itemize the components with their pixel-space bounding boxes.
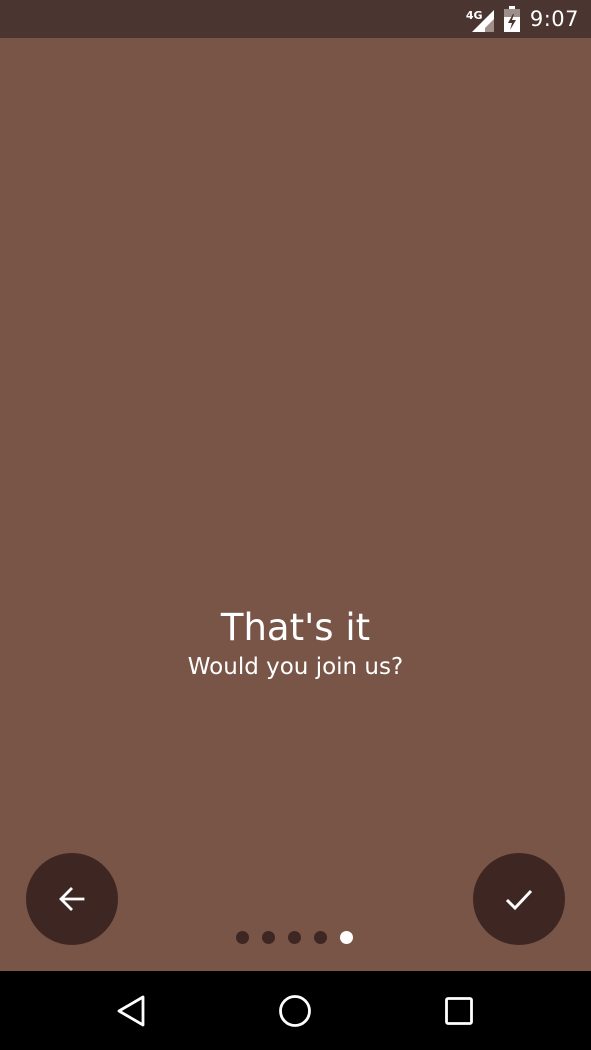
recents-square-icon xyxy=(445,996,473,1025)
battery-icon xyxy=(503,6,520,32)
slide-text: That's it Would you join us? xyxy=(0,604,591,682)
arrow-left-icon xyxy=(59,887,85,911)
status-icons: 4G 9:07 xyxy=(466,0,579,38)
page-indicator xyxy=(236,931,353,944)
nav-recents-button[interactable] xyxy=(409,971,509,1050)
intro-slide[interactable]: That's it Would you join us? xyxy=(0,38,591,971)
slide-subtitle: Would you join us? xyxy=(187,654,404,680)
page-dot xyxy=(262,931,275,944)
intro-screen: 4G 9:07 That's it Would you join us? xyxy=(0,0,591,1050)
back-triangle-icon xyxy=(117,995,145,1026)
page-dot xyxy=(314,931,327,944)
check-icon xyxy=(505,889,533,911)
nav-home-button[interactable] xyxy=(245,971,345,1050)
page-dot-active xyxy=(340,931,353,944)
page-dot xyxy=(288,931,301,944)
page-dot xyxy=(236,931,249,944)
previous-button[interactable] xyxy=(26,853,118,945)
home-circle-icon xyxy=(279,994,311,1027)
slide-title: That's it xyxy=(220,606,371,649)
done-button[interactable] xyxy=(473,853,565,945)
status-time: 9:07 xyxy=(529,7,579,31)
system-navigation-bar xyxy=(0,971,591,1050)
status-bar: 4G 9:07 xyxy=(0,0,591,38)
nav-back-button[interactable] xyxy=(81,971,181,1050)
signal-icon: 4G xyxy=(466,6,494,32)
